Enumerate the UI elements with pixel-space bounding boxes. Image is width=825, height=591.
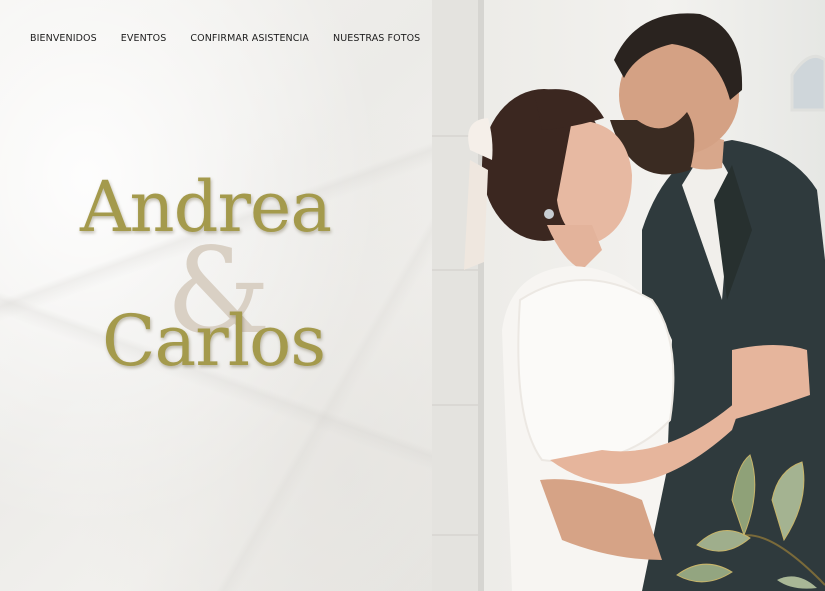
puff-sleeve xyxy=(517,279,675,463)
earring xyxy=(544,209,554,219)
bride-name: Andrea xyxy=(80,166,332,248)
nav-item-confirmar-asistencia[interactable]: CONFIRMAR ASISTENCIA xyxy=(190,33,309,44)
couple-photo-illustration xyxy=(432,0,825,591)
wall-column xyxy=(432,0,478,591)
bride-neck xyxy=(547,225,602,270)
wall-column-edge xyxy=(478,0,484,591)
couple-photo xyxy=(432,0,825,591)
couple-names: & Andrea Carlos xyxy=(0,0,432,591)
groom-name: Carlos xyxy=(102,300,326,382)
nav-item-eventos[interactable]: EVENTOS xyxy=(121,33,167,44)
nav-item-bienvenidos[interactable]: BIENVENIDOS xyxy=(30,33,97,44)
main-nav: BIENVENIDOS EVENTOS CONFIRMAR ASISTENCIA… xyxy=(30,33,420,44)
window xyxy=(790,54,825,112)
nav-item-nuestras-fotos[interactable]: NUESTRAS FOTOS xyxy=(333,33,420,44)
